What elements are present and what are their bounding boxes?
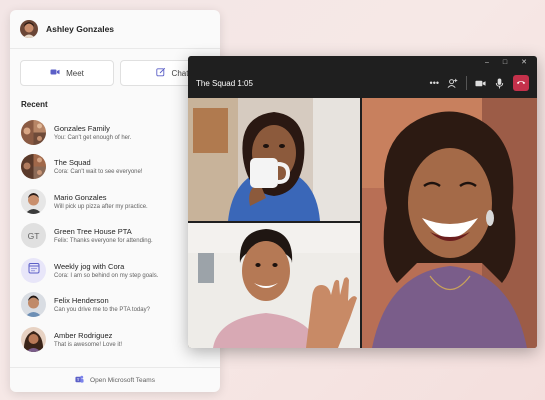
user-avatar[interactable]	[20, 20, 38, 38]
microphone-icon[interactable]	[494, 77, 505, 89]
avatar	[21, 188, 46, 214]
add-people-icon[interactable]	[447, 78, 458, 89]
teams-logo-icon: T	[75, 375, 84, 386]
hangup-icon	[516, 74, 526, 92]
item-name: Mario Gonzales	[54, 192, 107, 202]
close-icon[interactable]: ✕	[521, 58, 527, 66]
item-preview: That is awesome! Love it!	[54, 341, 123, 348]
panel-header: Ashley Gonzales	[10, 10, 220, 49]
group-avatar	[21, 119, 46, 145]
open-teams-label: Open Microsoft Teams	[90, 376, 155, 384]
calendar-avatar	[21, 257, 46, 283]
item-preview: You: Can't get enough of her.	[54, 134, 132, 141]
participant-waving	[188, 223, 360, 348]
call-title: The Squad 1:05	[196, 78, 253, 88]
item-name: Green Tree House PTA	[54, 227, 132, 237]
camera-icon[interactable]	[475, 78, 486, 89]
participant-mug	[188, 98, 360, 221]
call-controls: •••	[430, 75, 537, 91]
new-chat-icon	[155, 67, 166, 79]
call-toolbar: The Squad 1:05 •••	[188, 68, 537, 98]
item-preview: Can you drive me to the PTA today?	[54, 307, 150, 314]
item-name: Weekly jog with Cora	[54, 261, 125, 271]
maximize-icon[interactable]: □	[503, 59, 507, 66]
item-name: The Squad	[54, 158, 91, 168]
item-name: Amber Rodriguez	[54, 330, 113, 340]
initials-avatar: GT	[21, 223, 46, 249]
window-titlebar: – □ ✕	[188, 56, 537, 68]
call-window: – □ ✕ The Squad 1:05 •••	[188, 56, 537, 348]
item-preview: Felix: Thanks everyone for attending.	[54, 238, 153, 245]
item-preview: Will pick up pizza after my practice.	[54, 203, 148, 210]
chat-label: Chat	[171, 68, 189, 78]
group-avatar	[21, 154, 46, 180]
avatar	[21, 326, 46, 352]
item-preview: Cora: Can't wait to see everyone!	[54, 169, 143, 176]
avatar	[21, 292, 46, 318]
hangup-button[interactable]	[513, 75, 529, 91]
meet-button[interactable]: Meet	[20, 60, 114, 86]
open-teams-link[interactable]: T Open Microsoft Teams	[10, 367, 220, 392]
toolbar-divider	[466, 76, 467, 90]
user-name: Ashley Gonzales	[46, 24, 115, 34]
minimize-icon[interactable]: –	[485, 59, 489, 66]
item-preview: Cora: I am so behind on my step goals.	[54, 272, 159, 279]
video-camera-icon	[50, 67, 60, 79]
video-grid	[188, 98, 537, 348]
item-name: Felix Henderson	[54, 296, 109, 306]
participant-laughing	[362, 98, 537, 348]
calendar-icon	[28, 261, 40, 279]
item-name: Gonzales Family	[54, 123, 110, 133]
more-icon[interactable]: •••	[430, 78, 439, 88]
meet-label: Meet	[66, 68, 84, 78]
avatar-initials: GT	[27, 230, 40, 241]
